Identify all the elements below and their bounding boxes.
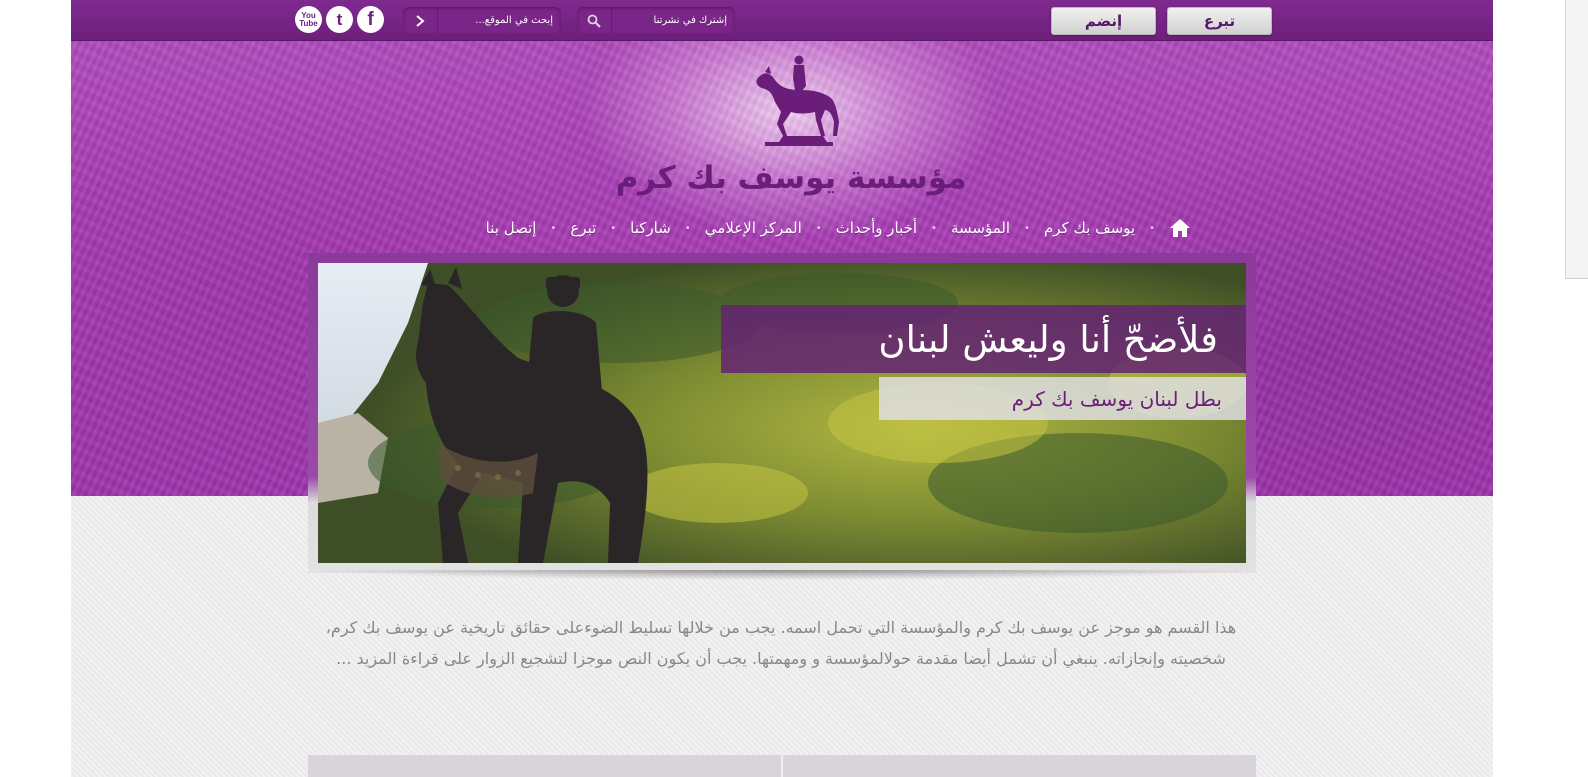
newsletter-submit-button[interactable]: [577, 7, 612, 34]
newsletter-signup: [577, 7, 735, 34]
chevron-right-icon: [416, 14, 425, 27]
nav-item-youssef-bek-karam[interactable]: يوسف بك كرم: [1044, 219, 1135, 237]
nav-separator: •: [815, 222, 822, 234]
column-divider: [781, 755, 783, 777]
nav-separator: •: [684, 222, 691, 234]
facebook-icon[interactable]: f: [357, 6, 384, 33]
nav-item-foundation[interactable]: المؤسسة: [951, 219, 1010, 237]
donate-button[interactable]: تبرع: [1167, 7, 1272, 35]
nav-item-donate[interactable]: تبرع: [570, 219, 596, 237]
home-link[interactable]: [1169, 218, 1191, 238]
horse-rider-statue-icon[interactable]: [753, 52, 845, 152]
search-input[interactable]: [437, 7, 561, 34]
intro-paragraph: هذا القسم هو موجز عن يوسف بك كرم والمؤسس…: [325, 618, 1237, 668]
slider-caption-subtitle: بطل لبنان يوسف بك كرم: [879, 377, 1246, 420]
site-search: [403, 7, 561, 34]
page-container: You Tube t f إنضم تبرع مؤسسة: [71, 0, 1493, 777]
site-title[interactable]: مؤسسة يوسف بك كرم: [571, 160, 1011, 196]
youtube-icon[interactable]: You Tube: [295, 6, 322, 33]
nav-separator: •: [550, 222, 557, 234]
nav-separator: •: [610, 222, 617, 234]
content-boxes-strip: [308, 755, 1256, 777]
twitter-icon[interactable]: t: [326, 6, 353, 33]
nav-item-news-events[interactable]: أخبار وأحداث: [836, 219, 917, 237]
nav-separator: •: [1149, 222, 1155, 234]
join-button[interactable]: إنضم: [1051, 7, 1156, 35]
newsletter-email-input[interactable]: [613, 7, 735, 34]
top-bar: [71, 0, 1493, 41]
main-navigation: • يوسف بك كرم • المؤسسة • أخبار وأحداث •…: [391, 214, 1191, 242]
home-icon: [1170, 219, 1190, 237]
slider-caption-title: فلأضحّ أنا وليعش لبنان: [721, 305, 1246, 373]
nav-item-media-center[interactable]: المركز الإعلامي: [705, 219, 802, 237]
nav-separator: •: [931, 222, 937, 234]
scrollbar-thumb[interactable]: [1565, 0, 1588, 279]
nav-separator: •: [1024, 222, 1031, 234]
search-icon: [587, 14, 601, 28]
nav-item-contact[interactable]: إتصل بنا: [486, 219, 537, 237]
nav-item-participate[interactable]: شاركنا: [630, 219, 671, 237]
slider-shadow: [318, 570, 1246, 592]
search-submit-button[interactable]: [403, 7, 438, 34]
